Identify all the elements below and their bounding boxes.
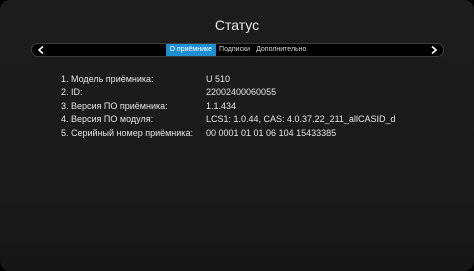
tab-bar: О приёмнике Подписки Дополнительно	[31, 43, 444, 57]
info-row-serial-number: 5. Серийный номер приёмника: 00 0001 01 …	[61, 126, 395, 140]
info-value: 1.1.434	[206, 100, 237, 111]
page-title: Статус	[214, 17, 260, 33]
tab-about-receiver[interactable]: О приёмнике	[165, 44, 217, 56]
receiver-info-list: 1. Модель приёмника: U 510 2. ID: 220024…	[61, 72, 395, 140]
info-row-model: 1. Модель приёмника: U 510	[61, 72, 395, 86]
info-row-receiver-software: 3. Версия ПО приёмника: 1.1.434	[61, 99, 395, 113]
info-label: 3. Версия ПО приёмника:	[61, 100, 168, 111]
info-value: 22002400060055	[206, 87, 277, 98]
info-value: LCS1: 1.0.44, CAS: 4.0.37.22_211_allCASI…	[206, 114, 396, 125]
info-label: 5. Серийный номер приёмника:	[61, 127, 193, 138]
chevron-right-icon[interactable]	[427, 44, 441, 56]
info-label: 2. ID:	[61, 87, 83, 98]
tab-list: О приёмнике Подписки Дополнительно	[32, 44, 443, 56]
info-label: 1. Модель приёмника:	[61, 73, 154, 84]
status-screen: Статус О приёмнике Подписки Дополнительн…	[0, 0, 474, 271]
tab-subscriptions[interactable]: Подписки	[216, 44, 253, 56]
tab-additional[interactable]: Дополнительно	[253, 44, 309, 56]
info-value: 00 0001 01 01 06 104 15433385	[206, 127, 337, 138]
info-value: U 510	[206, 73, 231, 84]
info-row-id: 2. ID: 22002400060055	[61, 86, 395, 100]
info-label: 4. Версия ПО модуля:	[61, 114, 154, 125]
info-row-module-software: 4. Версия ПО модуля: LCS1: 1.0.44, CAS: …	[61, 113, 395, 127]
